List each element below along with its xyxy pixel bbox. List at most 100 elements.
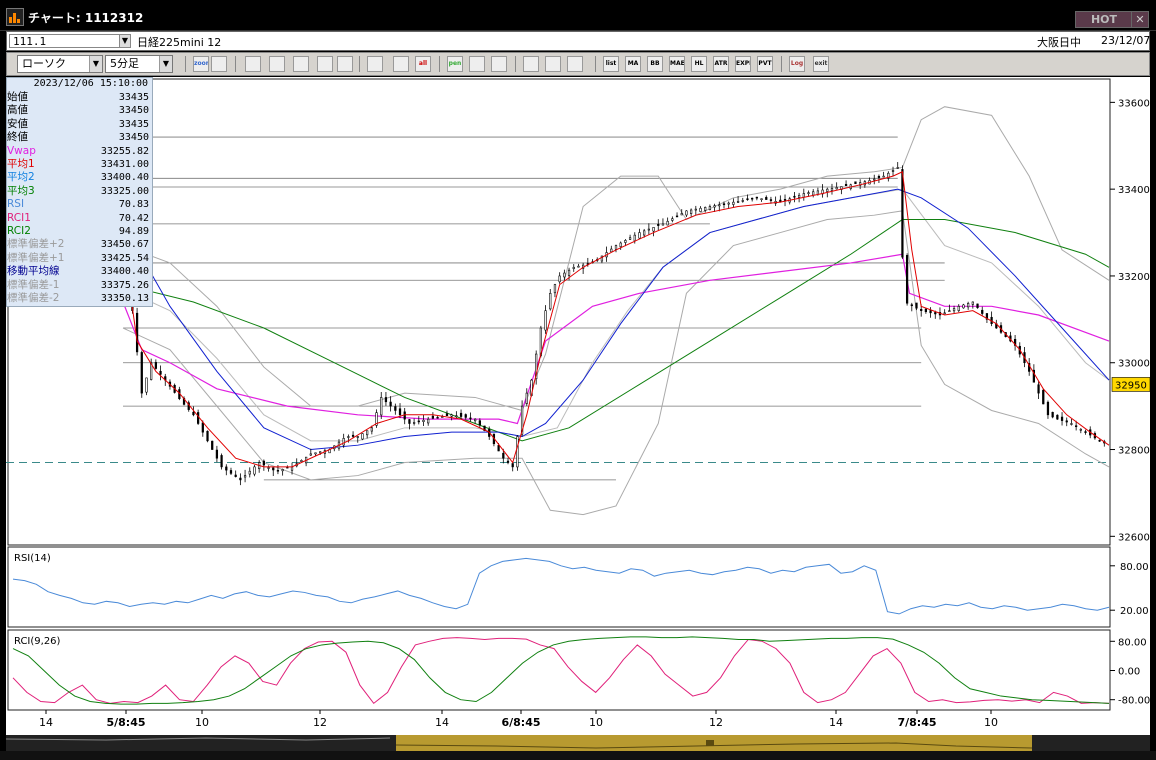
candle-body bbox=[192, 411, 195, 416]
toolbar-hl-icon[interactable]: HL bbox=[691, 56, 707, 72]
toolbar-candle-down-icon[interactable] bbox=[393, 56, 409, 72]
candle-body bbox=[713, 205, 716, 208]
toolbar-expr-icon[interactable]: EXPR bbox=[735, 56, 751, 72]
candle-body bbox=[905, 255, 909, 304]
rci-tick-label: 80.00 bbox=[1118, 637, 1147, 648]
candle-body bbox=[267, 467, 270, 469]
info-row: RCI2 94.89 bbox=[7, 225, 152, 238]
toolbar-draw-down-icon[interactable] bbox=[245, 56, 261, 72]
bar-datetime: 2023/12/06 15:10:00 bbox=[33, 78, 148, 89]
candle-body bbox=[760, 198, 763, 200]
toolbar-pvt-icon[interactable]: PVT bbox=[757, 56, 773, 72]
toolbar-separator bbox=[781, 56, 782, 72]
candle-body bbox=[685, 210, 688, 216]
toolbar-volume-icon[interactable] bbox=[293, 56, 309, 72]
y-tick-label: 33200 bbox=[1118, 272, 1150, 283]
candle-body bbox=[830, 187, 834, 192]
chart-area[interactable]: 32600 32800 33000 33200 33400 33600 32950 RSI(1… bbox=[6, 77, 1150, 737]
symbol-dropdown-button[interactable]: ▼ bbox=[119, 34, 131, 48]
info-row: 標準偏差-1 33375.26 bbox=[7, 279, 152, 292]
toolbar-tools-icon[interactable] bbox=[523, 56, 539, 72]
candle-body bbox=[1046, 401, 1050, 416]
candle-body bbox=[765, 197, 768, 200]
info-row: 平均3 33325.00 bbox=[7, 185, 152, 198]
candle-body bbox=[154, 362, 157, 369]
window-title: チャート: 1112312 bbox=[28, 11, 144, 25]
candle-body bbox=[290, 466, 294, 471]
candle-body bbox=[220, 455, 223, 468]
candle-body bbox=[248, 470, 251, 475]
candle-body bbox=[276, 469, 280, 472]
time-scrollbar[interactable] bbox=[6, 735, 1150, 751]
candle-body bbox=[797, 194, 801, 198]
info-value: 33450 bbox=[118, 105, 149, 117]
toolbar-color-icon[interactable] bbox=[567, 56, 583, 72]
candle-body bbox=[920, 309, 923, 311]
info-label: 安値 bbox=[7, 117, 28, 130]
interval-select[interactable]: 5分足 ▼ bbox=[105, 55, 173, 73]
candle-body bbox=[412, 422, 416, 424]
candle-body bbox=[525, 392, 528, 404]
toolbar-signal-icon[interactable] bbox=[317, 56, 333, 72]
x-tick-label: 12 bbox=[313, 716, 327, 729]
toolbar-bb-icon[interactable]: BB bbox=[647, 56, 663, 72]
toolbar-ma-icon[interactable]: MA bbox=[625, 56, 641, 72]
candle-body bbox=[755, 196, 758, 199]
toolbar-list-icon[interactable]: list bbox=[603, 56, 619, 72]
data-window-panel: 2023/12/06 15:10:00 始値 33435 高値 33450 安値 3343… bbox=[6, 77, 153, 307]
candle-body bbox=[680, 213, 683, 216]
info-label: 始値 bbox=[7, 91, 28, 103]
toolbar-pen-icon[interactable]: pen bbox=[447, 56, 463, 72]
candle-body bbox=[619, 242, 622, 248]
hot-button[interactable]: HOT bbox=[1075, 11, 1133, 28]
toolbar-settings-icon[interactable] bbox=[545, 56, 561, 72]
candle-body bbox=[262, 460, 265, 466]
info-label: 標準偏差+2 bbox=[7, 238, 65, 251]
toolbar-arrow-icon[interactable] bbox=[491, 56, 507, 72]
candle-body bbox=[1060, 416, 1064, 421]
candle-body bbox=[844, 184, 848, 186]
info-label: RCI1 bbox=[7, 211, 31, 224]
toolbar-candle-up-icon[interactable] bbox=[367, 56, 383, 72]
candle-body bbox=[445, 413, 449, 416]
candle-body bbox=[506, 460, 510, 463]
info-label: 標準偏差-2 bbox=[7, 292, 60, 304]
close-window-button[interactable]: ✕ bbox=[1131, 11, 1149, 28]
rci-title: RCI(9,26) bbox=[14, 636, 61, 647]
toolbar-cursor-icon[interactable] bbox=[211, 56, 227, 72]
candle-body bbox=[361, 433, 364, 440]
candle-body bbox=[436, 416, 439, 419]
toolbar-mae-icon[interactable]: MAE bbox=[669, 56, 685, 72]
symbol-info-bar: 111.1 ▼ 日経225mini 12 大阪日中 23/12/07 bbox=[6, 31, 1150, 51]
symbol-code-input[interactable]: 111.1 bbox=[9, 34, 129, 48]
toolbar-exit-icon[interactable]: exit bbox=[813, 56, 829, 72]
status-strip bbox=[0, 751, 1156, 760]
candle-body bbox=[657, 224, 660, 226]
candle-body bbox=[145, 377, 148, 393]
info-row: 平均1 33431.00 bbox=[7, 158, 152, 171]
interval-value: 5分足 bbox=[110, 57, 139, 70]
x-tick-label: 10 bbox=[589, 716, 603, 729]
chart-type-select[interactable]: ローソク ▼ bbox=[17, 55, 103, 73]
toolbar-atr-icon[interactable]: ATR bbox=[713, 56, 729, 72]
toolbar-log-icon[interactable]: Log bbox=[789, 56, 805, 72]
toolbar-draw-up-icon[interactable] bbox=[269, 56, 285, 72]
candle-body bbox=[915, 302, 918, 309]
toolbar-level-icon[interactable] bbox=[337, 56, 353, 72]
info-label: 標準偏差+1 bbox=[7, 251, 65, 264]
toolbar-all-icon[interactable]: all bbox=[415, 56, 431, 72]
candle-body bbox=[1075, 425, 1078, 428]
candle-body bbox=[431, 415, 435, 419]
x-tick-label: 14 bbox=[39, 716, 53, 729]
scrollbar-thumb[interactable] bbox=[396, 735, 1032, 751]
toolbar-pointer-icon[interactable] bbox=[469, 56, 485, 72]
candle-body bbox=[309, 453, 312, 456]
candle-body bbox=[201, 422, 204, 433]
chart-toolbar: ローソク ▼ 5分足 ▼ zoom allpen list MA BB MAE HL ATR EXP… bbox=[6, 52, 1150, 76]
candle-body bbox=[459, 412, 463, 417]
chart-canvas[interactable]: 32600 32800 33000 33200 33400 33600 32950 RSI(1… bbox=[6, 77, 1150, 737]
candle-body bbox=[835, 187, 838, 190]
toolbar-zoom-icon[interactable]: zoom bbox=[193, 56, 209, 72]
info-label: 標準偏差-1 bbox=[7, 278, 60, 291]
candle-body bbox=[563, 272, 566, 278]
